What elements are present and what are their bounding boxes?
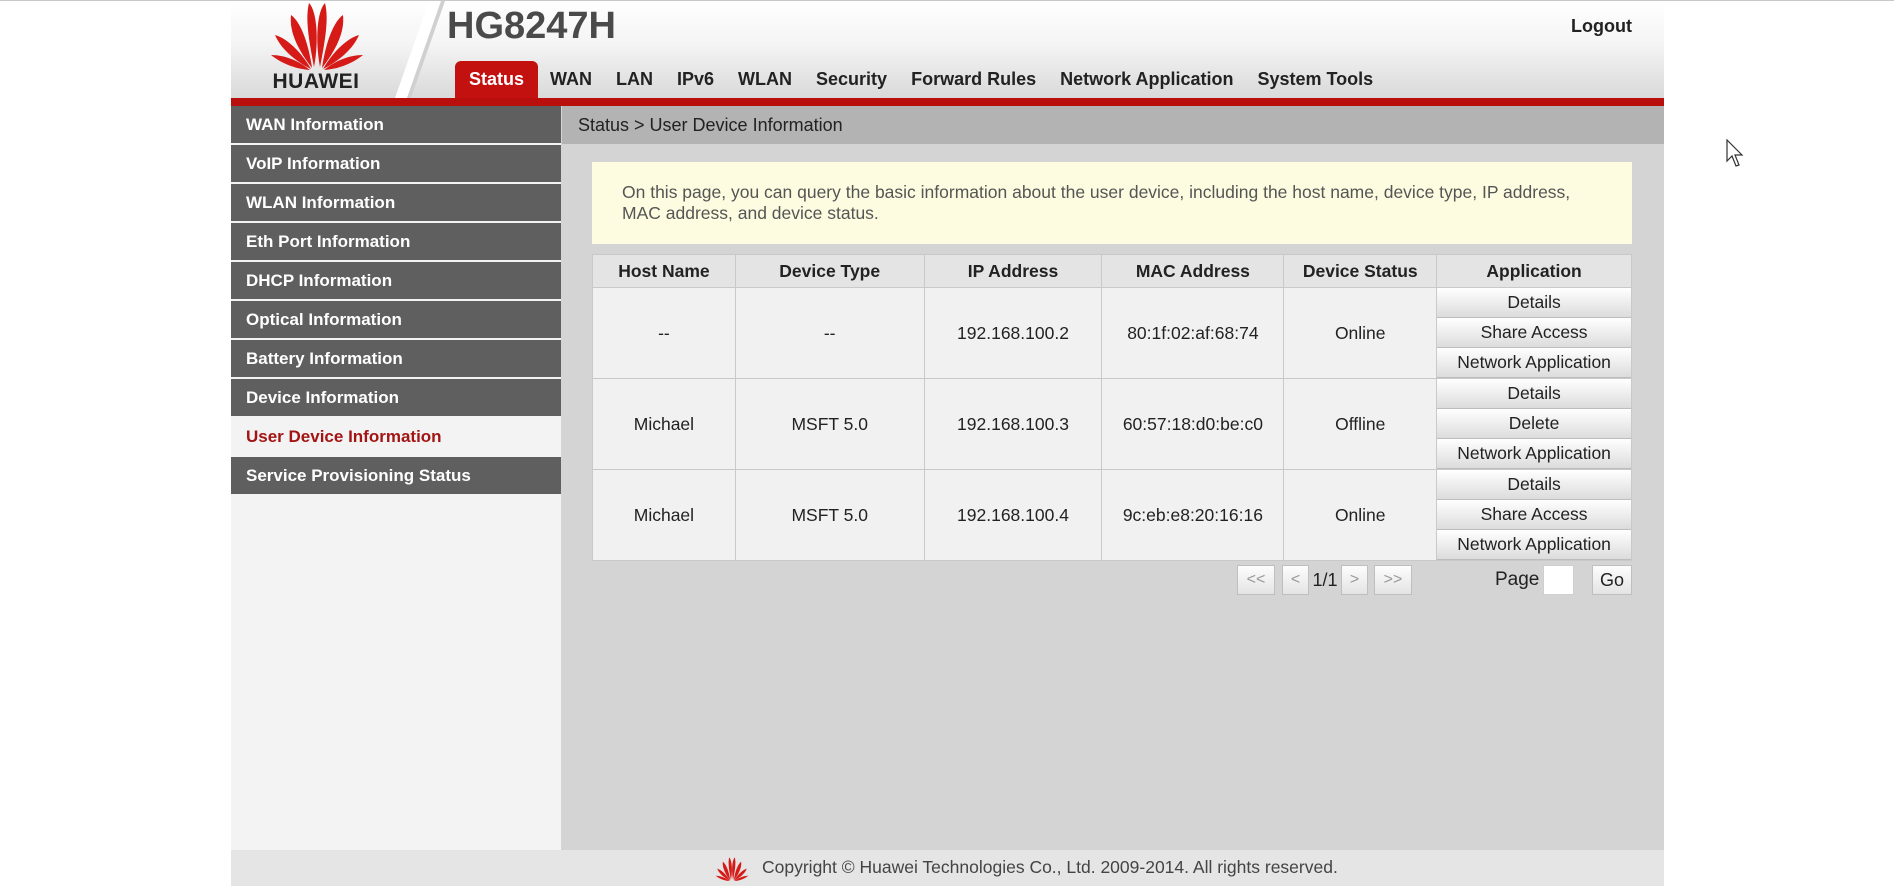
sidebar-item-wan-information[interactable]: WAN Information xyxy=(231,106,561,145)
sidebar-item-user-device-information[interactable]: User Device Information xyxy=(231,418,561,457)
huawei-logo-icon xyxy=(271,3,363,70)
sidebar-item-wlan-information[interactable]: WLAN Information xyxy=(231,184,561,223)
ip-address-cell: 192.168.100.3 xyxy=(923,378,1103,470)
brand-name: HUAWEI xyxy=(272,70,360,93)
network-application-button[interactable]: Network Application xyxy=(1437,530,1631,560)
mac-address-cell: 9c:eb:e8:20:16:16 xyxy=(1101,469,1285,561)
application-cell: Details Share Access Network Application xyxy=(1436,287,1632,379)
column-header-mac-address: MAC Address xyxy=(1101,254,1285,288)
column-header-application: Application xyxy=(1436,254,1632,288)
application-cell: Details Share Access Network Application xyxy=(1436,469,1632,561)
sidebar-item-device-information[interactable]: Device Information xyxy=(231,379,561,418)
nav-tab-network-application[interactable]: Network Application xyxy=(1048,61,1245,99)
router-admin-frame: HUAWEI HG8247H Logout Status WAN LAN IPv… xyxy=(231,1,1664,886)
ip-address-cell: 192.168.100.2 xyxy=(923,287,1103,379)
table-row: -- -- 192.168.100.2 80:1f:02:af:68:74 On… xyxy=(592,287,1632,379)
header-red-bar xyxy=(231,98,1664,106)
prev-page-button[interactable]: < xyxy=(1282,565,1309,595)
pagination: << < 1/1 > >> Page Go xyxy=(231,565,1664,595)
nav-tab-ipv6[interactable]: IPv6 xyxy=(665,61,726,99)
ip-address-cell: 192.168.100.4 xyxy=(923,469,1103,561)
sidebar-item-voip-information[interactable]: VoIP Information xyxy=(231,145,561,184)
delete-button[interactable]: Delete xyxy=(1437,409,1631,439)
mouse-pointer-icon xyxy=(1726,139,1744,167)
last-page-button[interactable]: >> xyxy=(1374,565,1412,595)
column-header-ip-address: IP Address xyxy=(923,254,1103,288)
network-application-button[interactable]: Network Application xyxy=(1437,439,1631,469)
mac-address-cell: 60:57:18:d0:be:c0 xyxy=(1101,378,1285,470)
details-button[interactable]: Details xyxy=(1437,470,1631,500)
header: HUAWEI HG8247H Logout Status WAN LAN IPv… xyxy=(231,1,1664,99)
first-page-button[interactable]: << xyxy=(1237,565,1275,595)
details-button[interactable]: Details xyxy=(1437,288,1631,318)
huawei-footer-logo-icon xyxy=(715,857,749,882)
page-label: Page xyxy=(1495,569,1540,590)
nav-tab-security[interactable]: Security xyxy=(804,61,899,99)
device-status-cell: Offline xyxy=(1283,378,1438,470)
column-header-device-status: Device Status xyxy=(1283,254,1438,288)
column-header-device-type: Device Type xyxy=(734,254,925,288)
table-row: Michael MSFT 5.0 192.168.100.4 9c:eb:e8:… xyxy=(592,469,1632,561)
go-button[interactable]: Go xyxy=(1592,565,1632,595)
sidebar: WAN Information VoIP Information WLAN In… xyxy=(231,106,561,850)
column-header-host-name: Host Name xyxy=(592,254,736,288)
nav-tab-wlan[interactable]: WLAN xyxy=(726,61,804,99)
nav-tab-lan[interactable]: LAN xyxy=(604,61,665,99)
sidebar-item-battery-information[interactable]: Battery Information xyxy=(231,340,561,379)
page-number-input[interactable] xyxy=(1543,565,1574,595)
logout-link[interactable]: Logout xyxy=(1571,16,1632,37)
nav-tab-wan[interactable]: WAN xyxy=(538,61,604,99)
share-access-button[interactable]: Share Access xyxy=(1437,318,1631,348)
user-device-table: Host Name Device Type IP Address MAC Add… xyxy=(592,254,1632,561)
device-type-cell: MSFT 5.0 xyxy=(734,378,925,470)
main-nav: Status WAN LAN IPv6 WLAN Security Forwar… xyxy=(455,61,1385,99)
host-name-cell: -- xyxy=(592,287,736,379)
page-description: On this page, you can query the basic in… xyxy=(592,162,1632,244)
details-button[interactable]: Details xyxy=(1437,379,1631,409)
breadcrumb: Status > User Device Information xyxy=(562,106,1664,144)
table-header-row: Host Name Device Type IP Address MAC Add… xyxy=(592,254,1632,288)
header-divider xyxy=(395,1,445,98)
sidebar-item-optical-information[interactable]: Optical Information xyxy=(231,301,561,340)
device-status-cell: Online xyxy=(1283,469,1438,561)
nav-tab-system-tools[interactable]: System Tools xyxy=(1245,61,1385,99)
device-status-cell: Online xyxy=(1283,287,1438,379)
sidebar-item-dhcp-information[interactable]: DHCP Information xyxy=(231,262,561,301)
copyright-text: Copyright © Huawei Technologies Co., Ltd… xyxy=(762,857,1338,877)
device-type-cell: MSFT 5.0 xyxy=(734,469,925,561)
footer: Copyright © Huawei Technologies Co., Ltd… xyxy=(231,850,1664,886)
mac-address-cell: 80:1f:02:af:68:74 xyxy=(1101,287,1285,379)
nav-tab-forward-rules[interactable]: Forward Rules xyxy=(899,61,1048,99)
model-title: HG8247H xyxy=(447,5,616,47)
share-access-button[interactable]: Share Access xyxy=(1437,500,1631,530)
device-type-cell: -- xyxy=(734,287,925,379)
next-page-button[interactable]: > xyxy=(1341,565,1368,595)
network-application-button[interactable]: Network Application xyxy=(1437,348,1631,378)
sidebar-item-service-provisioning-status[interactable]: Service Provisioning Status xyxy=(231,457,561,496)
host-name-cell: Michael xyxy=(592,469,736,561)
sidebar-item-eth-port-information[interactable]: Eth Port Information xyxy=(231,223,561,262)
table-row: Michael MSFT 5.0 192.168.100.3 60:57:18:… xyxy=(592,378,1632,470)
host-name-cell: Michael xyxy=(592,378,736,470)
nav-tab-status[interactable]: Status xyxy=(455,61,539,99)
application-cell: Details Delete Network Application xyxy=(1436,378,1632,470)
page-info: 1/1 xyxy=(1312,570,1338,590)
